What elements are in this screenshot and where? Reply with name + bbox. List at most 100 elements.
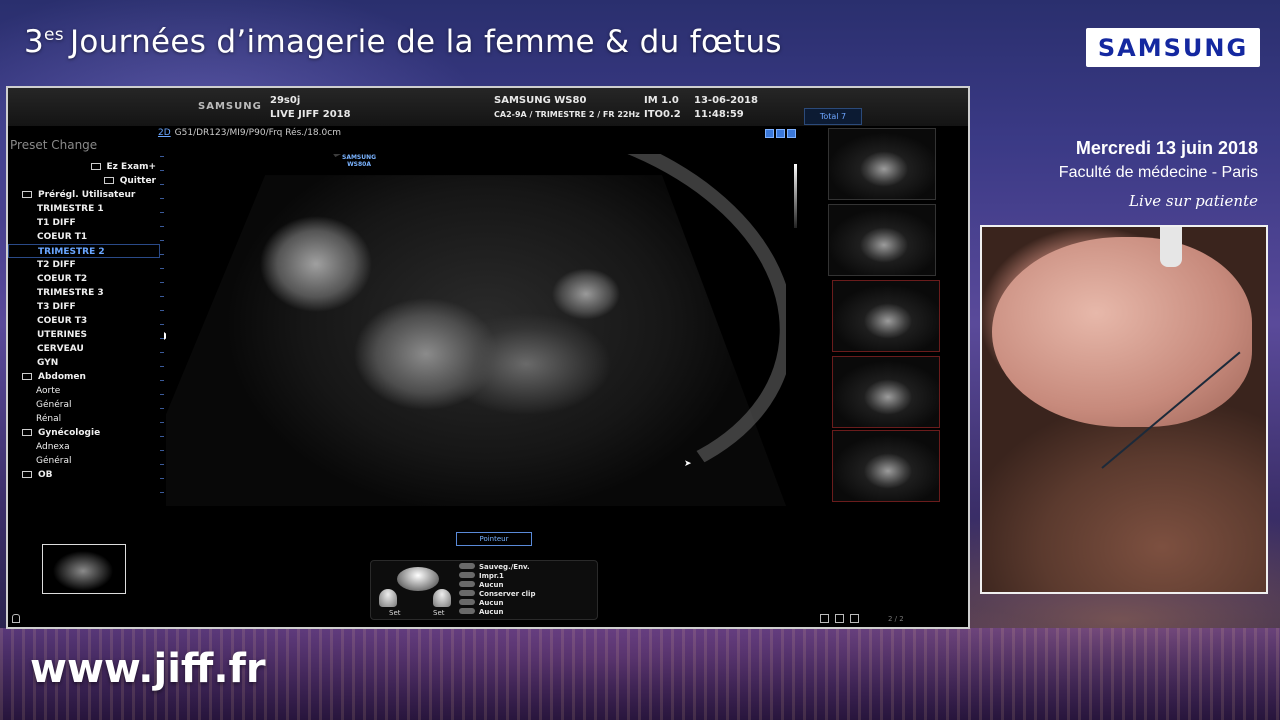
control-assignment[interactable]: Impr.1 bbox=[459, 572, 535, 581]
hand-image bbox=[992, 237, 1252, 427]
event-date: Mercredi 13 juin 2018 bbox=[1075, 138, 1258, 158]
preset-item[interactable]: COEUR T2 bbox=[8, 272, 160, 286]
layout-icon[interactable] bbox=[776, 129, 785, 138]
live-camera-feed bbox=[980, 225, 1268, 594]
thumbnail-3[interactable] bbox=[832, 280, 940, 352]
ultrasound-screen: SAMSUNG 29s0j LIVE JIFF 2018 SAMSUNG WS8… bbox=[6, 86, 970, 629]
preset-item-label: GYN bbox=[37, 358, 59, 368]
thumbnail-5[interactable] bbox=[832, 430, 940, 502]
preset-item[interactable]: TRIMESTRE 3 bbox=[8, 286, 160, 300]
preset-item-label: Aorte bbox=[36, 386, 61, 396]
depth-ruler bbox=[160, 156, 164, 496]
header-brand: SAMSUNG bbox=[198, 101, 262, 112]
folder-icon bbox=[22, 471, 32, 478]
ultrasound-header: SAMSUNG 29s0j LIVE JIFF 2018 SAMSUNG WS8… bbox=[8, 88, 968, 126]
preset-list: Ez Exam+ Quitter Prérégl. Utilisateur TRIME… bbox=[8, 160, 160, 482]
preset-item-label: TRIMESTRE 1 bbox=[37, 204, 104, 214]
button-pill-icon bbox=[459, 563, 475, 569]
control-assignment[interactable]: Sauveg./Env. bbox=[459, 563, 535, 572]
preset-item[interactable]: T1 DIFF bbox=[8, 216, 160, 230]
playback-controls bbox=[820, 614, 859, 623]
preset-item[interactable]: GYN bbox=[8, 356, 160, 370]
exam-date: 13-06-2018 bbox=[694, 95, 758, 106]
preset-item[interactable]: Général bbox=[8, 398, 160, 412]
set-right-button[interactable] bbox=[433, 589, 451, 607]
preset-item[interactable]: Adnexa bbox=[8, 440, 160, 454]
preset-item[interactable]: Gynécologie bbox=[8, 426, 160, 440]
button-pill-icon bbox=[459, 608, 475, 614]
probe-image bbox=[1160, 227, 1182, 267]
ito-value: ITO0.2 bbox=[644, 109, 681, 120]
preset-item-label: Gynécologie bbox=[38, 428, 101, 438]
preset-item[interactable]: COEUR T1 bbox=[8, 230, 160, 244]
preset-item[interactable]: TRIMESTRE 2 bbox=[8, 244, 160, 258]
control-assignment[interactable]: Aucun bbox=[459, 599, 535, 608]
preset-item-label: COEUR T3 bbox=[37, 316, 88, 326]
scan-toolbar bbox=[765, 129, 796, 138]
mode-2d[interactable]: 2D bbox=[158, 128, 171, 138]
preset-item[interactable]: CERVEAU bbox=[8, 342, 160, 356]
preset-item[interactable]: OB bbox=[8, 468, 160, 482]
device-model: SAMSUNG WS80 bbox=[494, 95, 587, 106]
preset-item[interactable]: T2 DIFF bbox=[8, 258, 160, 272]
preset-item[interactable]: UTERINES bbox=[8, 328, 160, 342]
samsung-logo: SAMSUNG bbox=[1086, 28, 1260, 67]
control-assignment-label: Aucun bbox=[479, 581, 504, 589]
control-assignment[interactable]: Conserver clip bbox=[459, 590, 535, 599]
thumbnail-2[interactable] bbox=[828, 204, 936, 276]
folder-icon bbox=[22, 191, 32, 198]
ultrasound-image[interactable]: ➤ bbox=[166, 154, 786, 506]
trackball-panel: Set Set Sauveg./Env. Impr.1 Aucun Conserver… bbox=[370, 560, 598, 620]
preset-item-label: T1 DIFF bbox=[37, 218, 76, 228]
total-images-button[interactable]: Total 7 bbox=[804, 108, 862, 125]
preset-item[interactable]: TRIMESTRE 1 bbox=[8, 202, 160, 216]
preset-item[interactable]: Prérégl. Utilisateur bbox=[8, 188, 160, 202]
probe-info: CA2-9A / TRIMESTRE 2 / FR 22Hz bbox=[494, 110, 640, 119]
trackball-icon[interactable] bbox=[397, 567, 439, 591]
image-brand-stamp: SAMSUNG WS80A bbox=[342, 154, 377, 168]
folder-icon bbox=[103, 177, 114, 184]
pointer-button[interactable]: Pointeur bbox=[456, 532, 532, 546]
preset-item[interactable]: Quitter bbox=[8, 174, 160, 188]
preset-item-label: OB bbox=[38, 470, 53, 480]
control-assignment-label: Aucun bbox=[479, 599, 504, 607]
mode-icon[interactable] bbox=[765, 129, 774, 138]
preset-item[interactable]: Ez Exam+ bbox=[8, 160, 160, 174]
preset-item[interactable]: Abdomen bbox=[8, 370, 160, 384]
preset-title: Preset Change bbox=[10, 138, 98, 152]
layout-grid-icon[interactable] bbox=[820, 614, 829, 623]
first-frame-icon[interactable] bbox=[835, 614, 844, 623]
preset-item-label: CERVEAU bbox=[37, 344, 84, 354]
preset-item[interactable]: COEUR T3 bbox=[8, 314, 160, 328]
preset-item-label: Adnexa bbox=[36, 442, 70, 452]
folder-icon bbox=[90, 163, 101, 170]
button-pill-icon bbox=[459, 581, 475, 587]
preset-item-label: Abdomen bbox=[38, 372, 86, 382]
preset-item[interactable]: Aorte bbox=[8, 384, 160, 398]
settings-icon[interactable] bbox=[787, 129, 796, 138]
control-assignments: Sauveg./Env. Impr.1 Aucun Conserver clip Auc… bbox=[459, 563, 535, 617]
preset-item-label: Général bbox=[36, 456, 72, 466]
event-title: 3es Journées d’imagerie de la femme & du … bbox=[24, 24, 782, 60]
preset-item-label: COEUR T1 bbox=[37, 232, 88, 242]
preset-item-label: T2 DIFF bbox=[37, 260, 76, 270]
page-indicator: 2 / 2 bbox=[888, 615, 904, 623]
preset-item[interactable]: Général bbox=[8, 454, 160, 468]
thumbnail-1[interactable] bbox=[828, 128, 936, 200]
control-assignment[interactable]: Aucun bbox=[459, 581, 535, 590]
control-assignment[interactable]: Aucun bbox=[459, 608, 535, 617]
lock-icon[interactable] bbox=[12, 614, 20, 623]
button-pill-icon bbox=[459, 599, 475, 605]
set-left-button[interactable] bbox=[379, 589, 397, 607]
prev-frame-icon[interactable] bbox=[850, 614, 859, 623]
folder-icon bbox=[22, 429, 32, 436]
control-assignment-label: Sauveg./Env. bbox=[479, 563, 530, 571]
cursor-icon: ➤ bbox=[684, 459, 692, 469]
preset-item-label: UTERINES bbox=[37, 330, 88, 340]
preset-item[interactable]: T3 DIFF bbox=[8, 300, 160, 314]
preset-item-label: TRIMESTRE 3 bbox=[37, 288, 104, 298]
control-assignment-label: Aucun bbox=[479, 608, 504, 616]
preset-item-label: Ez Exam+ bbox=[106, 162, 156, 172]
preset-item[interactable]: Rénal bbox=[8, 412, 160, 426]
thumbnail-4[interactable] bbox=[832, 356, 940, 428]
